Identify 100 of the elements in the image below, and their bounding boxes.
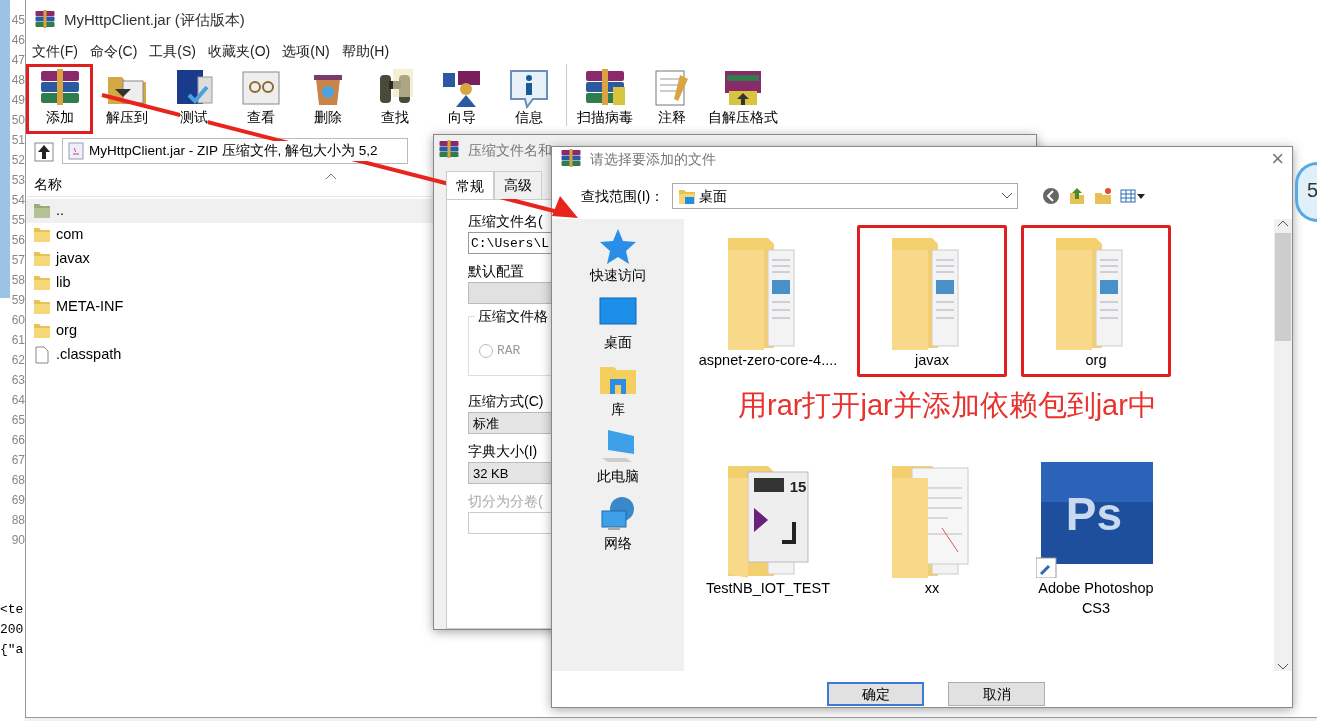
chevron-icon xyxy=(1001,192,1014,200)
dialog-button[interactable]: 确定 xyxy=(827,682,924,706)
line-number: 65 xyxy=(10,412,25,429)
line-number: 68 xyxy=(10,472,25,489)
jar-icon xyxy=(67,142,85,160)
toolbar-button[interactable]: 查找 xyxy=(361,64,428,134)
toolbar-button[interactable]: 测试 xyxy=(160,64,227,134)
folder-icon xyxy=(32,249,52,269)
line-number: 51 xyxy=(10,132,25,149)
toolbar-button[interactable]: 删除 xyxy=(294,64,361,134)
window-title: MyHttpClient.jar (评估版本) xyxy=(64,9,245,30)
folder-icon xyxy=(32,225,52,245)
place-label[interactable]: 此电脑 xyxy=(597,466,639,487)
file-item[interactable]: Ps Adobe Photoshop CS3 xyxy=(1021,453,1171,625)
toolbar-button[interactable]: 注释 xyxy=(638,64,705,134)
file-name[interactable]: META-INF xyxy=(56,296,124,318)
menu-item[interactable]: 命令(C) xyxy=(83,40,144,62)
place-label[interactable]: 库 xyxy=(611,399,625,420)
line-number: 50 xyxy=(10,112,25,129)
code-line: <te xyxy=(0,601,24,619)
place-label[interactable]: 网络 xyxy=(604,533,632,554)
toolbar-button[interactable]: 自解压格式 xyxy=(705,64,781,134)
field-label: 默认配置 xyxy=(468,262,524,281)
field-label: 切分为分卷( xyxy=(468,492,543,511)
line-number: 46 xyxy=(10,32,25,49)
location-dropdown[interactable]: 桌面 xyxy=(672,183,1019,209)
file-item[interactable]: javax xyxy=(857,225,1007,377)
file-item[interactable]: xx xyxy=(857,453,1007,625)
close-button[interactable]: × xyxy=(1271,149,1284,169)
line-number: 49 xyxy=(10,92,25,109)
line-number: 45 xyxy=(10,12,25,29)
new-folder-icon[interactable] xyxy=(1094,187,1113,205)
line-number: 54 xyxy=(10,192,25,209)
toolbar-button[interactable]: 向导 xyxy=(428,64,495,134)
dialog-title: 压缩文件名和 xyxy=(468,140,552,160)
scrollbar-thumb[interactable] xyxy=(1275,233,1291,341)
annotation-text: 用rar打开jar并添加依赖包到jar中 xyxy=(738,388,1157,423)
file-item[interactable]: 15 TestNB_IOT_TEST xyxy=(693,453,843,625)
line-number: 61 xyxy=(10,332,25,349)
tab[interactable]: 高级 xyxy=(494,171,542,199)
menu-item[interactable]: 收藏夹(O) xyxy=(202,40,277,62)
file-name[interactable]: .. xyxy=(56,200,65,222)
address-field[interactable]: MyHttpClient.jar - ZIP 压缩文件, 解包大小为 5,2 xyxy=(62,138,408,164)
line-number: 69 xyxy=(10,492,25,509)
scroll-up-icon[interactable] xyxy=(1277,219,1289,227)
folder-icon xyxy=(32,321,52,341)
line-number: 66 xyxy=(10,432,25,449)
dialog-button[interactable]: 取消 xyxy=(948,682,1045,706)
line-number: 67 xyxy=(10,452,25,469)
line-number: 63 xyxy=(10,372,25,389)
folder-up-icon xyxy=(32,201,52,221)
view-menu-icon[interactable] xyxy=(1120,187,1147,205)
line-number: 57 xyxy=(10,252,25,269)
star-icon[interactable] xyxy=(598,227,638,265)
toolbar-button[interactable]: 扫描病毒 xyxy=(571,64,638,134)
line-number: 53 xyxy=(10,172,25,189)
tab[interactable]: 常规 xyxy=(446,171,494,199)
line-number: 64 xyxy=(10,392,25,409)
file-name[interactable]: javax xyxy=(56,248,90,270)
menu-item[interactable]: 选项(N) xyxy=(276,40,336,62)
toolbar-button[interactable]: 信息 xyxy=(495,64,562,134)
column-header[interactable]: 名称 xyxy=(26,173,434,197)
place-label[interactable]: 桌面 xyxy=(604,332,632,353)
field-label: 压缩方式(C) xyxy=(468,392,544,411)
line-number: 58 xyxy=(10,272,25,289)
file-name[interactable]: lib xyxy=(56,272,71,294)
toolbar-button[interactable]: 查看 xyxy=(227,64,294,134)
field-label: 查找范围(I)： xyxy=(581,186,665,206)
menu-item[interactable]: 帮助(H) xyxy=(335,40,396,62)
line-number: 56 xyxy=(10,232,25,249)
address-text: MyHttpClient.jar - ZIP 压缩文件, 解包大小为 5,2 xyxy=(89,140,378,162)
back-icon[interactable] xyxy=(1042,187,1061,205)
field-label: 压缩文件名( xyxy=(468,212,543,231)
file-name[interactable]: .classpath xyxy=(56,344,122,366)
line-number: 59 xyxy=(10,292,25,309)
radio-label: RAR xyxy=(497,342,521,360)
folder-icon xyxy=(677,187,696,205)
scroll-down-icon[interactable] xyxy=(1277,663,1289,671)
sort-caret-icon xyxy=(326,173,336,179)
file-name[interactable]: com xyxy=(56,224,84,246)
file-item[interactable]: aspnet-zero-core-4.... xyxy=(693,225,843,377)
toolbar-button[interactable]: 添加 xyxy=(26,64,93,134)
line-number: 52 xyxy=(10,152,25,169)
line-number: 90 xyxy=(10,532,25,549)
menu-item[interactable]: 文件(F) xyxy=(26,40,84,62)
place-label[interactable]: 快速访问 xyxy=(590,265,646,286)
code-line: 200 xyxy=(0,621,24,639)
menu-item[interactable]: 工具(S) xyxy=(143,40,202,62)
dialog-title: 请选择要添加的文件 xyxy=(590,149,717,169)
line-number: 48 xyxy=(10,72,25,89)
toolbar-button[interactable]: 解压到 xyxy=(93,64,160,134)
field-label: 字典大小(I) xyxy=(468,442,538,461)
up-button[interactable] xyxy=(34,140,54,162)
file-name[interactable]: org xyxy=(56,320,77,342)
folder-icon xyxy=(32,273,52,293)
up-folder-icon[interactable] xyxy=(1068,187,1087,205)
folder-icon xyxy=(32,297,52,317)
file-item[interactable]: org xyxy=(1021,225,1171,377)
line-number: 62 xyxy=(10,352,25,369)
radio-button[interactable] xyxy=(479,343,493,358)
